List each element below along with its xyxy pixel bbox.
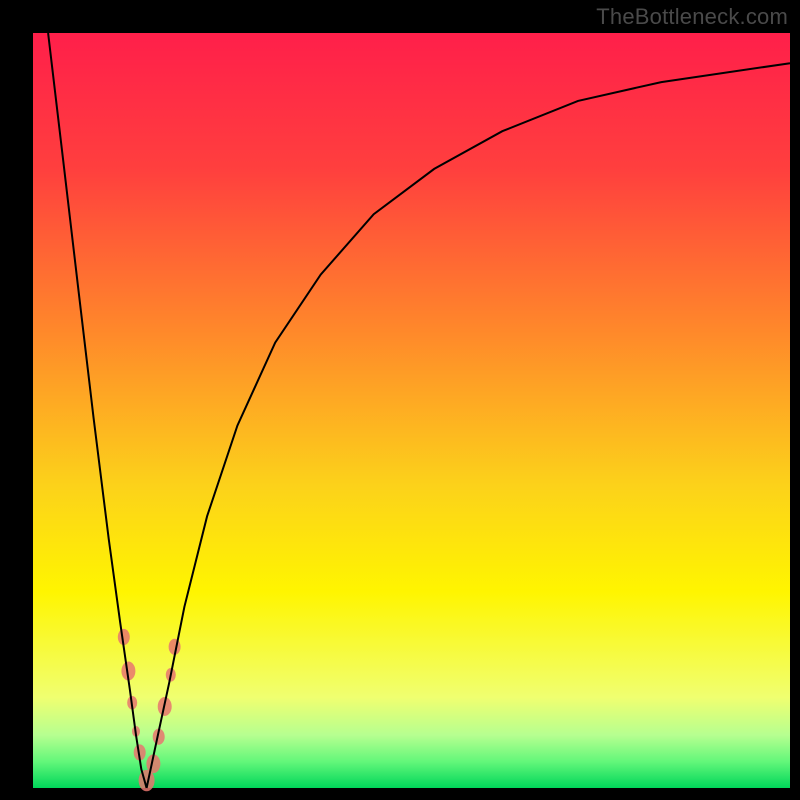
chart-stage: TheBottleneck.com [0, 0, 800, 800]
plot-background [33, 33, 790, 788]
watermark-label: TheBottleneck.com [596, 4, 788, 30]
bottleneck-plot [0, 0, 800, 800]
